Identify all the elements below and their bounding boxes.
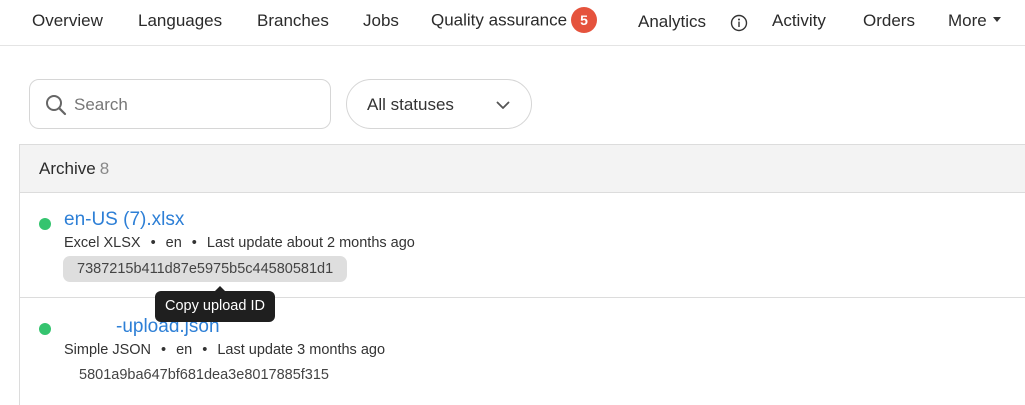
separator-dot: •: [202, 342, 208, 358]
file-meta: Excel XLSX • en • Last update about 2 months…: [64, 235, 415, 251]
nav-quality-assurance-label: Quality assurance: [431, 10, 568, 30]
file-format: Simple JSON: [64, 342, 152, 358]
file-updated: Last update 3 months ago: [217, 342, 386, 358]
separator-dot: •: [150, 235, 156, 251]
top-nav: Overview Languages Branches Jobs Quality…: [0, 0, 1025, 46]
nav-quality-assurance[interactable]: Quality assurance 5: [431, 7, 598, 34]
status-filter-select[interactable]: All statuses: [346, 79, 532, 129]
caret-down-icon: [992, 17, 1001, 23]
upload-id-copy[interactable]: 5801a9ba647bf681dea3e8017885f315: [65, 362, 343, 388]
nav-more[interactable]: More: [948, 11, 1001, 31]
nav-jobs[interactable]: Jobs: [363, 11, 399, 31]
status-dot: [39, 323, 51, 335]
qa-count-badge: 5: [571, 7, 598, 33]
file-updated: Last update about 2 months ago: [206, 235, 415, 251]
chevron-down-icon: [496, 101, 510, 109]
separator-dot: •: [161, 342, 167, 358]
copy-upload-id-tooltip: Copy upload ID: [155, 286, 275, 322]
nav-activity[interactable]: Activity: [772, 11, 826, 31]
nav-branches[interactable]: Branches: [257, 11, 329, 31]
search-input[interactable]: [74, 92, 314, 118]
archive-count: 8: [99, 159, 110, 178]
status-filter-value: All statuses: [367, 95, 454, 114]
status-dot: [39, 218, 51, 230]
archive-title-label: Archive: [39, 159, 96, 178]
file-format: Excel XLSX: [64, 235, 141, 251]
nav-languages[interactable]: Languages: [138, 11, 222, 31]
file-language: en: [176, 342, 193, 358]
file-name-link[interactable]: en-US (7).xlsx: [64, 209, 184, 231]
info-icon[interactable]: [730, 14, 748, 32]
archive-header[interactable]: Archive 8: [20, 145, 1025, 193]
search-icon: [46, 95, 67, 116]
separator-dot: •: [191, 235, 197, 251]
nav-more-label: More: [948, 11, 987, 30]
nav-analytics[interactable]: Analytics: [638, 12, 706, 32]
file-row: en-US (7).xlsx Excel XLSX • en • Last update…: [20, 193, 1025, 298]
upload-id-copy[interactable]: 7387215b411d87e5975b5c44580581d1: [63, 256, 348, 282]
file-language: en: [165, 235, 182, 251]
nav-orders[interactable]: Orders: [863, 11, 915, 31]
archive-panel: Archive 8 en-US (7).xlsx Excel XLSX • en • La…: [19, 144, 1025, 405]
file-meta: Simple JSON • en • Last update 3 months ago: [64, 342, 385, 358]
search-box: [29, 79, 331, 129]
nav-overview[interactable]: Overview: [32, 11, 103, 31]
archive-title: Archive 8: [39, 159, 109, 179]
